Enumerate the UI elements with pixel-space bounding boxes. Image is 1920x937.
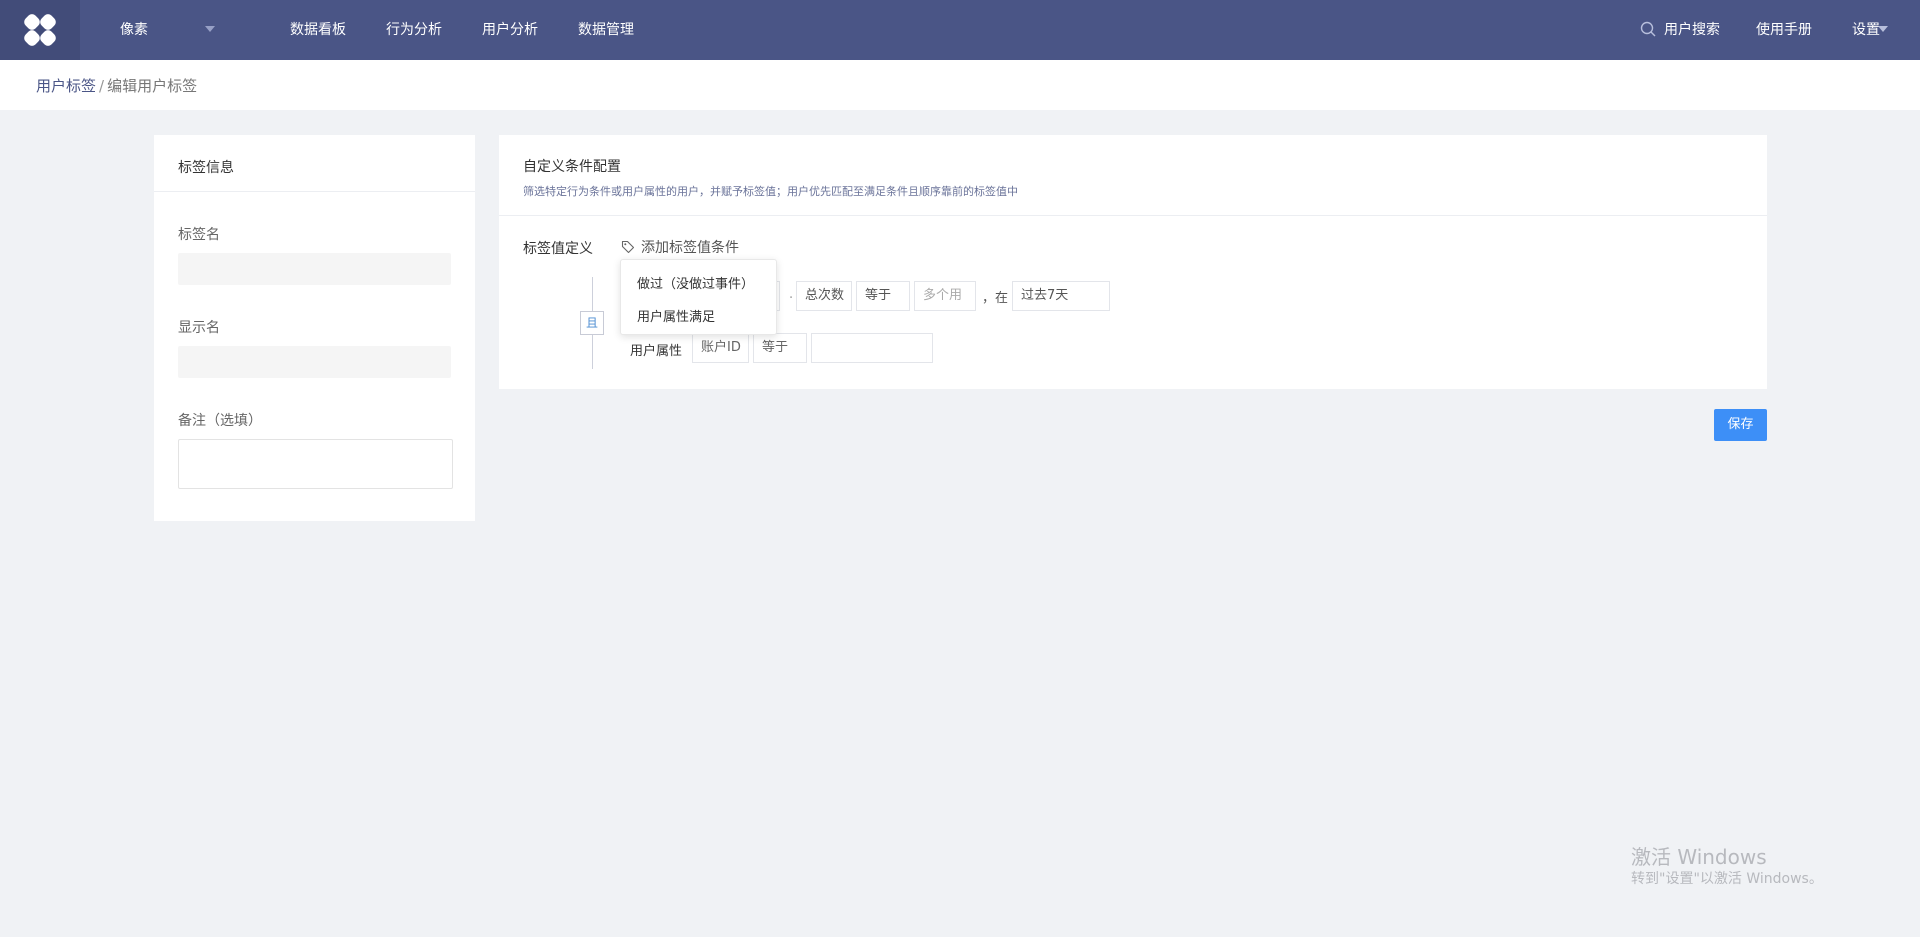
breadcrumb: 用户标签 / 编辑用户标签 xyxy=(36,75,197,96)
settings-menu[interactable]: 设置 xyxy=(1852,0,1880,60)
display-name-label: 显示名 xyxy=(178,320,220,336)
add-condition-button[interactable]: 添加标签值条件 xyxy=(621,237,739,257)
nav-behavior-analysis[interactable]: 行为分析 xyxy=(386,0,442,60)
tag-icon xyxy=(621,240,635,254)
property-select[interactable]: 账户ID xyxy=(692,333,749,363)
chevron-down-icon[interactable] xyxy=(205,26,215,32)
nav-data-management[interactable]: 数据管理 xyxy=(578,0,634,60)
panel-title: 标签信息 xyxy=(178,160,234,176)
search-icon[interactable] xyxy=(1640,21,1656,37)
property-value-input[interactable] xyxy=(811,333,933,363)
breadcrumb-current: 编辑用户标签 xyxy=(107,77,198,95)
operator-select[interactable]: 等于 xyxy=(856,281,910,311)
and-toggle[interactable]: 且 xyxy=(580,311,604,335)
tag-info-panel: 标签信息 标签名 显示名 备注（选填） xyxy=(154,135,475,521)
user-property-label: 用户属性 xyxy=(630,344,683,359)
panel-title: 自定义条件配置 xyxy=(523,159,621,175)
logo-icon xyxy=(24,14,56,46)
dropdown-item-did-event[interactable]: 做过（没做过事件） xyxy=(637,273,754,292)
panel-description: 筛选特定行为条件或用户属性的用户，并赋予标签值；用户优先匹配至满足条件且顺序靠前… xyxy=(523,185,1018,198)
note-label: 备注（选填） xyxy=(178,413,262,429)
tag-name-label: 标签名 xyxy=(178,227,220,243)
add-condition-dropdown: 做过（没做过事件） 用户属性满足 xyxy=(620,259,777,335)
tag-value-definition-label: 标签值定义 xyxy=(523,241,593,257)
dropdown-item-user-property[interactable]: 用户属性满足 xyxy=(637,306,715,325)
row-in-text: ，在 xyxy=(982,291,1009,306)
divider xyxy=(499,215,1767,216)
chevron-down-icon[interactable] xyxy=(1878,26,1888,32)
note-textarea[interactable] xyxy=(178,439,453,489)
user-search-link[interactable]: 用户搜索 xyxy=(1664,0,1720,60)
add-condition-label: 添加标签值条件 xyxy=(641,240,739,256)
breadcrumb-parent[interactable]: 用户标签 xyxy=(36,77,96,95)
row-dot: . xyxy=(789,287,794,302)
windows-watermark-subtitle: 转到"设置"以激活 Windows。 xyxy=(1631,871,1823,887)
nav-dashboard[interactable]: 数据看板 xyxy=(290,0,346,60)
property-operator-select[interactable]: 等于 xyxy=(753,333,807,363)
top-nav: 像素 数据看板 行为分析 用户分析 数据管理 用户搜索 使用手册 设置 xyxy=(0,0,1920,60)
metric-select[interactable]: 总次数 xyxy=(796,281,852,311)
breadcrumb-bar: 用户标签 / 编辑用户标签 xyxy=(0,60,1920,110)
display-name-input[interactable] xyxy=(178,346,451,378)
time-range-select[interactable]: 过去7天 xyxy=(1012,281,1110,311)
count-value-input[interactable]: 多个用 xyxy=(914,281,976,311)
breadcrumb-separator: / xyxy=(99,77,105,95)
nav-user-analysis[interactable]: 用户分析 xyxy=(482,0,538,60)
divider xyxy=(154,191,475,192)
logo[interactable] xyxy=(0,0,80,60)
manual-link[interactable]: 使用手册 xyxy=(1756,0,1812,60)
project-selector[interactable]: 像素 xyxy=(120,0,148,60)
windows-watermark-title: 激活 Windows xyxy=(1631,845,1767,869)
save-button[interactable]: 保存 xyxy=(1714,409,1767,441)
tag-name-input[interactable] xyxy=(178,253,451,285)
